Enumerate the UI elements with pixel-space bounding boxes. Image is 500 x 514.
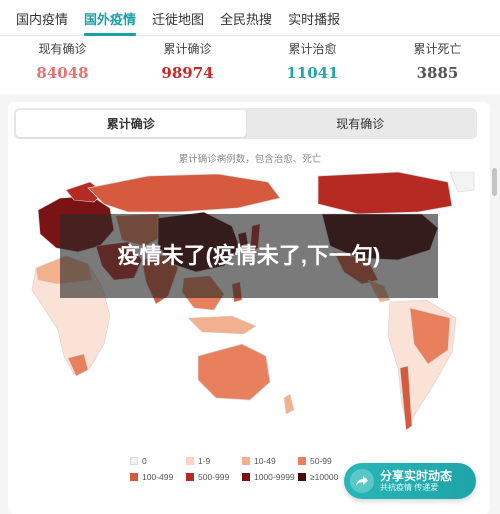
world-map[interactable] bbox=[18, 168, 476, 448]
legend-label: 500-999 bbox=[198, 472, 230, 482]
legend-label: 100-499 bbox=[142, 472, 174, 482]
toggle-total-confirmed[interactable]: 累计确诊 bbox=[16, 110, 246, 137]
legend-swatch bbox=[186, 473, 194, 481]
tab-hot-search[interactable]: 全民热搜 bbox=[212, 1, 280, 35]
stat-total-deaths: 累计死亡 3885 bbox=[375, 36, 500, 94]
tab-migration-map[interactable]: 迁徙地图 bbox=[144, 1, 212, 35]
map-legend: 0 1-9 10-49 50-99 100-499 500-999 1000-9… bbox=[130, 456, 370, 482]
tab-label: 迁徙地图 bbox=[152, 11, 205, 27]
scrollbar-thumb[interactable] bbox=[492, 168, 497, 196]
share-subtitle: 共抗疫情 传递爱 bbox=[380, 483, 439, 493]
stat-total-confirmed: 累计确诊 98974 bbox=[125, 36, 250, 94]
headline-overlay: 疫情未了(疫情未了,下一句) bbox=[60, 214, 438, 298]
legend-item: 10-49 bbox=[242, 456, 298, 466]
tab-live-report[interactable]: 实时播报 bbox=[280, 1, 348, 35]
share-title: 分享实时动态 bbox=[380, 468, 453, 483]
legend-label: ≥10000 bbox=[310, 472, 339, 482]
stats-summary: 现有确诊 84048 累计确诊 98974 累计治愈 11041 累计死亡 38… bbox=[0, 36, 500, 94]
stat-label: 累计治愈 bbox=[288, 42, 337, 56]
share-arrow-icon bbox=[350, 469, 374, 493]
legend-swatch bbox=[186, 457, 194, 465]
legend-swatch bbox=[298, 473, 306, 481]
legend-swatch bbox=[130, 457, 138, 465]
tab-international[interactable]: 国外疫情 bbox=[76, 1, 144, 36]
legend-label: 10-49 bbox=[254, 456, 276, 466]
stat-label: 累计死亡 bbox=[413, 42, 462, 56]
legend-item: 100-499 bbox=[130, 472, 186, 482]
stat-label: 累计确诊 bbox=[163, 42, 212, 56]
stat-value: 98974 bbox=[161, 64, 214, 82]
legend-item: 1000-9999 bbox=[242, 472, 298, 482]
stat-current-confirmed: 现有确诊 84048 bbox=[0, 36, 125, 94]
legend-swatch bbox=[242, 473, 250, 481]
map-mode-toggle: 累计确诊 现有确诊 bbox=[14, 108, 477, 139]
legend-item: 1-9 bbox=[186, 456, 242, 466]
stat-value: 84048 bbox=[36, 64, 89, 82]
tab-label: 国外疫情 bbox=[84, 11, 137, 27]
legend-label: 0 bbox=[142, 456, 147, 466]
top-tab-bar: 国内疫情 国外疫情 迁徙地图 全民热搜 实时播报 bbox=[0, 0, 500, 36]
legend-label: 1-9 bbox=[198, 456, 211, 466]
tab-domestic[interactable]: 国内疫情 bbox=[8, 1, 76, 35]
legend-label: 1000-9999 bbox=[254, 472, 295, 482]
legend-item: 500-999 bbox=[186, 472, 242, 482]
legend-swatch bbox=[242, 457, 250, 465]
legend-label: 50-99 bbox=[310, 456, 332, 466]
stat-value: 11041 bbox=[286, 64, 339, 82]
legend-item: 50-99 bbox=[298, 456, 354, 466]
tab-label: 国内疫情 bbox=[16, 11, 69, 27]
map-subtitle: 累计确诊病例数，包含治愈、死亡 bbox=[178, 154, 322, 165]
stat-value: 3885 bbox=[416, 64, 459, 82]
stat-total-cured: 累计治愈 11041 bbox=[250, 36, 375, 94]
stat-label: 现有确诊 bbox=[38, 42, 87, 56]
legend-swatch bbox=[130, 473, 138, 481]
share-live-button[interactable]: 分享实时动态 共抗疫情 传递爱 bbox=[344, 463, 476, 499]
share-text: 分享实时动态 共抗疫情 传递爱 bbox=[380, 468, 453, 493]
tab-label: 全民热搜 bbox=[220, 11, 273, 27]
legend-item: 0 bbox=[130, 456, 186, 466]
tab-label: 实时播报 bbox=[288, 11, 341, 27]
legend-swatch bbox=[298, 457, 306, 465]
toggle-current-confirmed[interactable]: 现有确诊 bbox=[246, 110, 476, 137]
